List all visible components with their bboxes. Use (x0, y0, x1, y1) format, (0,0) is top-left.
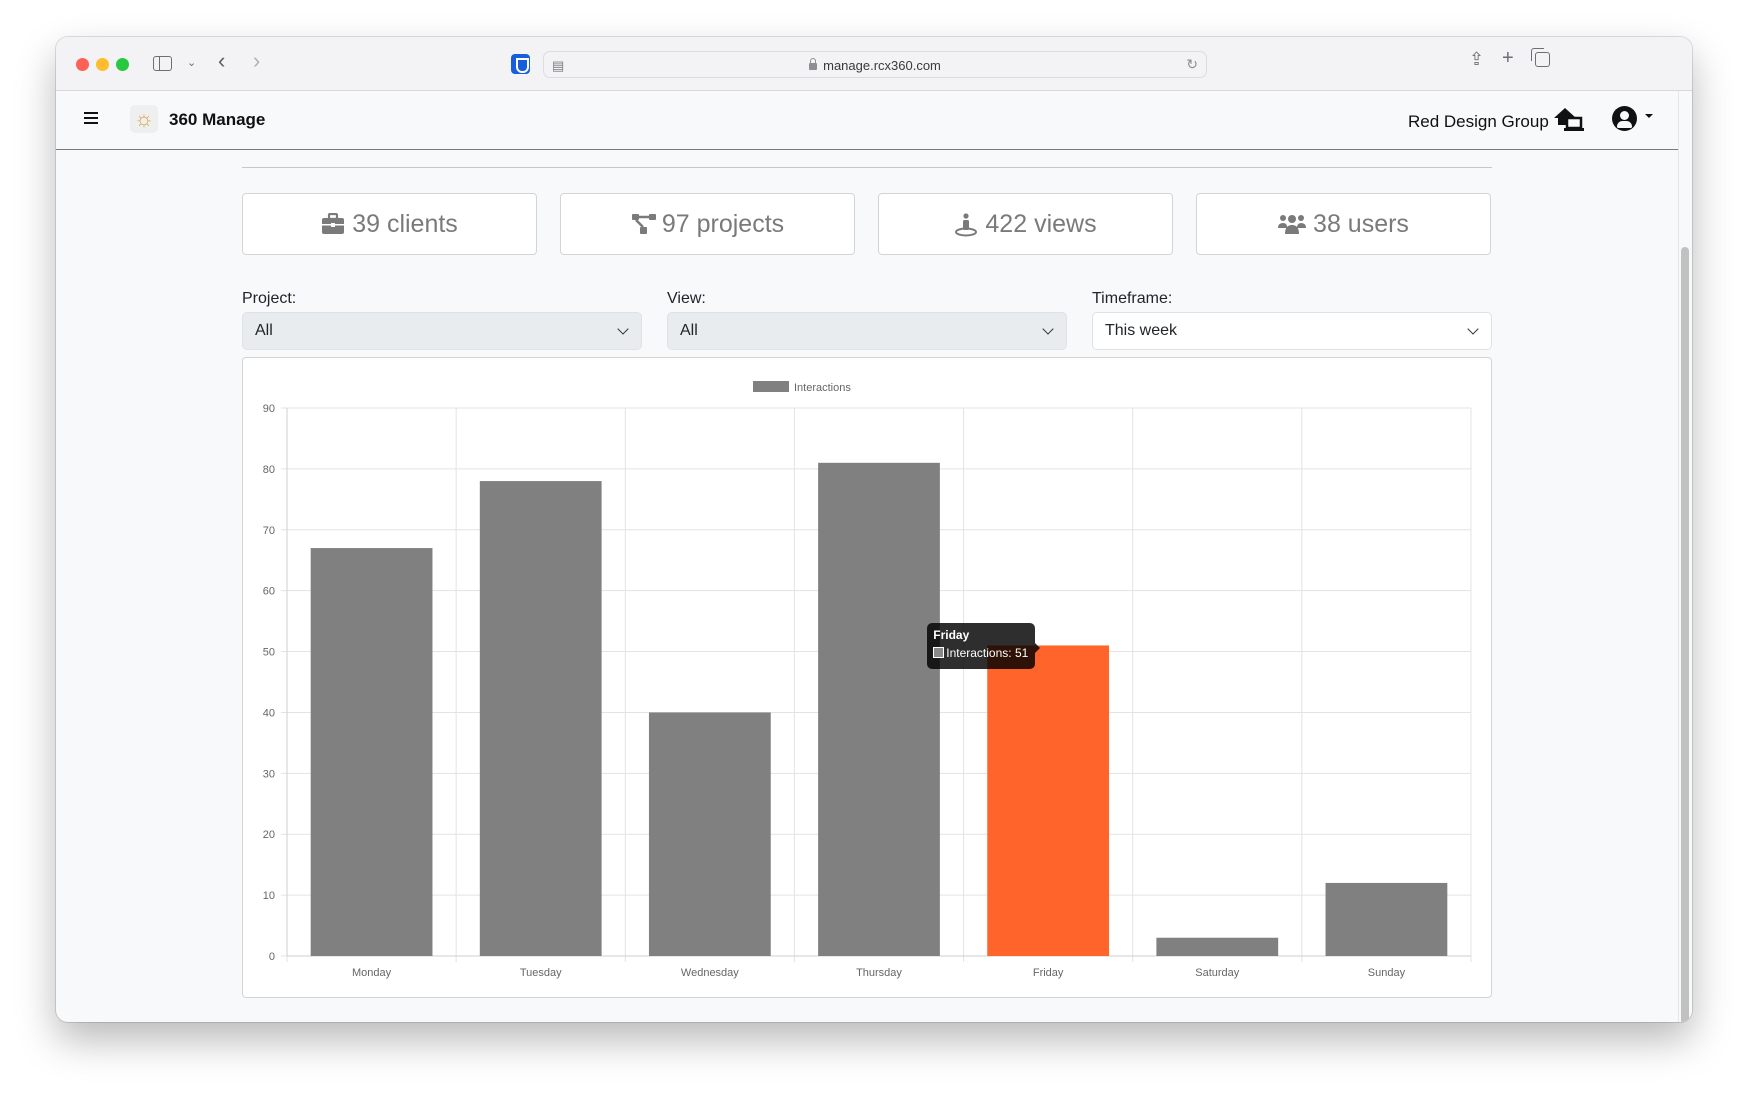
bar-thursday[interactable] (818, 462, 940, 956)
hamburger-menu-icon[interactable] (84, 112, 98, 124)
view-select-value: All (680, 322, 698, 339)
view-filter-label: View: (667, 290, 706, 307)
brand-name[interactable]: 360 Manage (169, 110, 265, 130)
x-tick-label: Tuesday (520, 967, 562, 979)
user-menu-caret-icon[interactable] (1645, 114, 1653, 118)
section-divider (242, 167, 1492, 168)
new-tab-icon[interactable]: + (1502, 48, 1514, 68)
x-tick-label: Saturday (1195, 967, 1240, 979)
bar-friday[interactable] (987, 645, 1110, 956)
chevron-down-icon (1467, 323, 1479, 335)
chevron-down-icon[interactable]: ⌄ (187, 55, 196, 71)
x-tick-label: Friday (1033, 967, 1064, 979)
street-view-icon (954, 213, 978, 237)
y-tick-label: 60 (263, 586, 275, 598)
close-window-button[interactable] (76, 58, 89, 71)
brand-logo[interactable]: ☼ (130, 105, 158, 133)
y-tick-label: 80 (263, 464, 275, 476)
y-tick-label: 50 (263, 647, 275, 659)
stat-users-label: 38 users (1313, 209, 1409, 238)
url-display[interactable]: manage.rcx360.com (544, 58, 1206, 73)
tooltip-body: Interactions: 51 (946, 646, 1029, 661)
y-tick-label: 0 (269, 951, 275, 963)
y-tick-label: 10 (263, 890, 275, 902)
bar-sunday[interactable] (1325, 882, 1448, 956)
tooltip-swatch (933, 647, 945, 659)
switch-organization-icon[interactable] (1552, 105, 1584, 133)
users-icon (1278, 213, 1307, 235)
y-tick-label: 20 (263, 829, 275, 841)
stat-clients-label: 39 clients (352, 209, 458, 238)
timeframe-select-value: This week (1105, 322, 1178, 339)
chart-tooltip: Friday Interactions: 51 (927, 623, 1041, 670)
y-tick-label: 40 (263, 707, 275, 719)
timeframe-filter-label: Timeframe: (1092, 290, 1173, 307)
stat-card-views[interactable]: 422 views (878, 193, 1173, 255)
chevron-down-icon (1042, 323, 1054, 335)
y-tick-label: 70 (263, 525, 275, 537)
view-select[interactable]: All (667, 312, 1067, 350)
stat-card-projects[interactable]: 97 projects (560, 193, 855, 255)
stat-projects-label: 97 projects (661, 209, 785, 238)
lock-icon (809, 58, 818, 70)
project-diagram-icon (631, 213, 656, 235)
minimize-window-button[interactable] (96, 58, 109, 71)
project-filter-label: Project: (242, 290, 297, 307)
browser-window: ⌄ ‹ › ▤ manage.rcx360.com ↻ ⇪ + ☼ 360 Ma… (56, 37, 1692, 1022)
tooltip-title: Friday (933, 628, 970, 643)
interactions-chart-card: 0 10 20 30 40 50 60 70 80 90 Monday Tuesday Wednesda… (242, 357, 1492, 998)
chevron-down-icon (617, 323, 629, 335)
organization-name[interactable]: Red Design Group (1408, 112, 1549, 132)
url-text: manage.rcx360.com (823, 58, 941, 73)
project-select-value: All (255, 322, 273, 339)
legend-label[interactable]: Interactions (794, 382, 851, 394)
scrollbar[interactable] (1678, 91, 1692, 1022)
app-navbar: ☼ 360 Manage Red Design Group (56, 91, 1678, 150)
sidebar-toggle-icon[interactable] (153, 56, 172, 71)
tab-overview-icon[interactable] (1531, 48, 1550, 67)
forward-button[interactable]: › (253, 50, 260, 72)
reload-icon[interactable]: ↻ (1186, 56, 1198, 73)
stat-card-clients[interactable]: 39 clients (242, 193, 537, 255)
share-icon[interactable]: ⇪ (1469, 50, 1484, 68)
y-tick-label: 30 (263, 768, 275, 780)
back-button[interactable]: ‹ (218, 50, 225, 72)
x-tick-label: Sunday (1368, 967, 1406, 979)
interactions-bar-chart[interactable]: 0 10 20 30 40 50 60 70 80 90 Monday Tuesday Wednesda… (243, 358, 1493, 999)
legend-swatch[interactable] (753, 381, 789, 392)
x-tick-label: Thursday (856, 967, 902, 979)
bitwarden-extension-icon[interactable] (511, 54, 530, 74)
timeframe-select[interactable]: This week (1092, 312, 1492, 350)
x-tick-label: Monday (352, 967, 392, 979)
project-select[interactable]: All (242, 312, 642, 350)
browser-toolbar: ⌄ ‹ › ▤ manage.rcx360.com ↻ ⇪ + (56, 37, 1692, 91)
x-tick-label: Wednesday (681, 967, 739, 979)
stat-card-users[interactable]: 38 users (1196, 193, 1491, 255)
address-bar[interactable]: ▤ manage.rcx360.com ↻ (543, 51, 1207, 78)
scrollbar-thumb[interactable] (1681, 247, 1689, 1022)
briefcase-icon (321, 213, 345, 235)
stat-views-label: 422 views (985, 209, 1097, 238)
bar-saturday[interactable] (1156, 937, 1279, 956)
zoom-window-button[interactable] (116, 58, 129, 71)
bar-tuesday[interactable] (479, 481, 602, 956)
y-tick-label: 90 (263, 403, 275, 415)
bar-wednesday[interactable] (648, 712, 771, 956)
user-avatar-icon[interactable] (1612, 106, 1637, 131)
bar-monday[interactable] (310, 548, 433, 956)
